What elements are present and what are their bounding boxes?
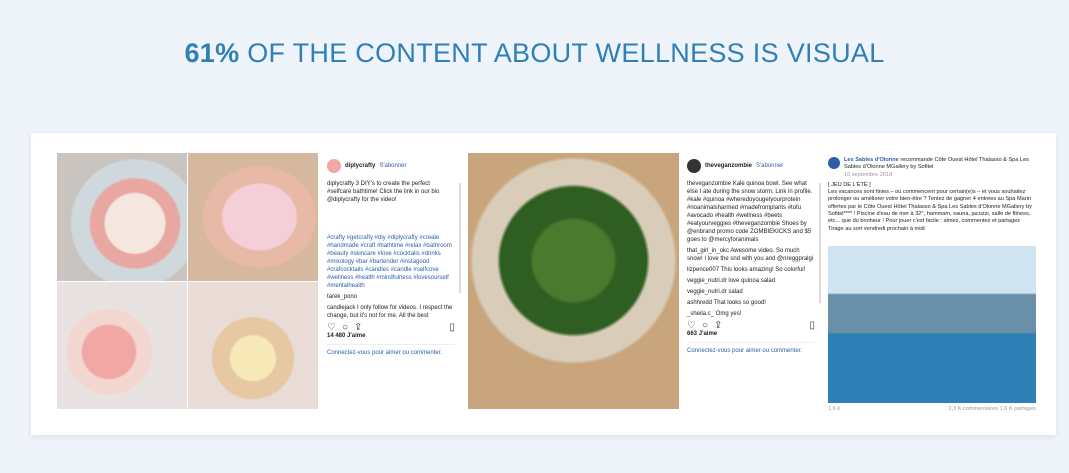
follow-button[interactable]: S'abonner — [756, 162, 783, 170]
post3-panel: Les Sables d'Olonne recommande Côte Oues… — [828, 157, 1036, 233]
post2-caption: theveganzombie Kale quinoa bowl. See wha… — [687, 181, 813, 243]
bathbomb-photo — [188, 153, 318, 281]
candle-photo — [57, 153, 187, 281]
post3-page[interactable]: Les Sables d'Olonne — [844, 157, 899, 163]
bookmark-icon[interactable]: ▯ — [449, 323, 455, 333]
bookmark-icon[interactable]: ▯ — [809, 321, 815, 331]
avatar[interactable] — [687, 159, 701, 173]
post2-comment5: ashhredd That looks so good! — [687, 300, 766, 306]
post1-likes: 14 480 J'aime — [327, 333, 366, 339]
post3-title: [ JEU DE L'ÉTÉ ] — [828, 181, 871, 188]
post2-actions: ♡ ○ ⇪ ▯ — [687, 321, 815, 331]
jelly-drink-photo — [188, 282, 318, 409]
comment-icon[interactable]: ○ — [342, 323, 348, 333]
like-icon[interactable]: ♡ — [687, 321, 696, 331]
share-icon[interactable]: ⇪ — [354, 323, 362, 333]
post2-likes: 663 J'aime — [687, 331, 718, 337]
post2-comment1: that_girl_in_okc Awesome video. So much … — [687, 248, 814, 262]
headline: 61% OF THE CONTENT ABOUT WELLNESS IS VIS… — [0, 38, 1069, 69]
post2-panel: theveganzombie S'abonner theveganzombie … — [687, 159, 815, 355]
post2-login-prompt[interactable]: Connectez-vous pour aimer ou commenter. — [687, 347, 815, 355]
post2-comment6: _sheila.c_ Omg yes! — [687, 311, 742, 317]
post1-hashtags[interactable]: #crafty #getcrafty #diy #diplycrafty #cr… — [327, 234, 455, 290]
post3-date: 10 septembre 2018 — [844, 171, 893, 178]
post2-comment3: veggie_nutri.dr love quinoa salad — [687, 278, 776, 284]
post1-comment1: tarek_pono — [327, 294, 358, 300]
post2-username[interactable]: theveganzombie — [705, 162, 752, 170]
spa-pool-photo — [828, 246, 1036, 403]
like-icon[interactable]: ♡ — [327, 323, 336, 333]
post2-comment4: veggie_nutri.dr salad — [687, 289, 743, 295]
post1-comment2: candiejack I only follow for videos. I r… — [327, 305, 453, 319]
avatar[interactable] — [327, 159, 341, 173]
post3-reactions[interactable]: 1,6 k — [828, 405, 840, 413]
share-icon[interactable]: ⇪ — [714, 321, 722, 331]
post3-draw: Tirage au sort vendredi prochain à midi — [828, 225, 925, 232]
comment-icon[interactable]: ○ — [702, 321, 708, 331]
post2-comment2: lizpence007 This looks amazing! So color… — [687, 267, 806, 273]
post1-actions: ♡ ○ ⇪ ▯ — [327, 323, 455, 333]
post1-panel: diplycrafty S'abonner diplycrafty 3 DIY'… — [327, 159, 455, 357]
post3-stats[interactable]: 2,3 K commentaires 1,6 K partages — [948, 405, 1036, 413]
post1-login-prompt[interactable]: Connectez-vous pour aimer ou commenter. — [327, 349, 455, 357]
scrollbar[interactable] — [459, 183, 461, 293]
post3-footer: 1,6 k 2,3 K commentaires 1,6 K partages — [828, 405, 1036, 413]
examples-card: diplycrafty S'abonner diplycrafty 3 DIY'… — [31, 133, 1056, 435]
salad-photo — [468, 153, 679, 409]
cocktail-photo — [57, 282, 187, 409]
post1-username[interactable]: diplycrafty — [345, 162, 375, 170]
post1-caption: diplycrafty 3 DIY's to create the perfec… — [327, 181, 440, 203]
scrollbar[interactable] — [819, 183, 821, 303]
headline-text: OF THE CONTENT ABOUT WELLNESS IS VISUAL — [239, 38, 885, 68]
follow-button[interactable]: S'abonner — [379, 162, 406, 170]
headline-percent: 61% — [184, 38, 240, 68]
post3-body: Les vacances sont finies – ou commencent… — [828, 189, 1032, 225]
page-avatar[interactable] — [828, 157, 840, 169]
